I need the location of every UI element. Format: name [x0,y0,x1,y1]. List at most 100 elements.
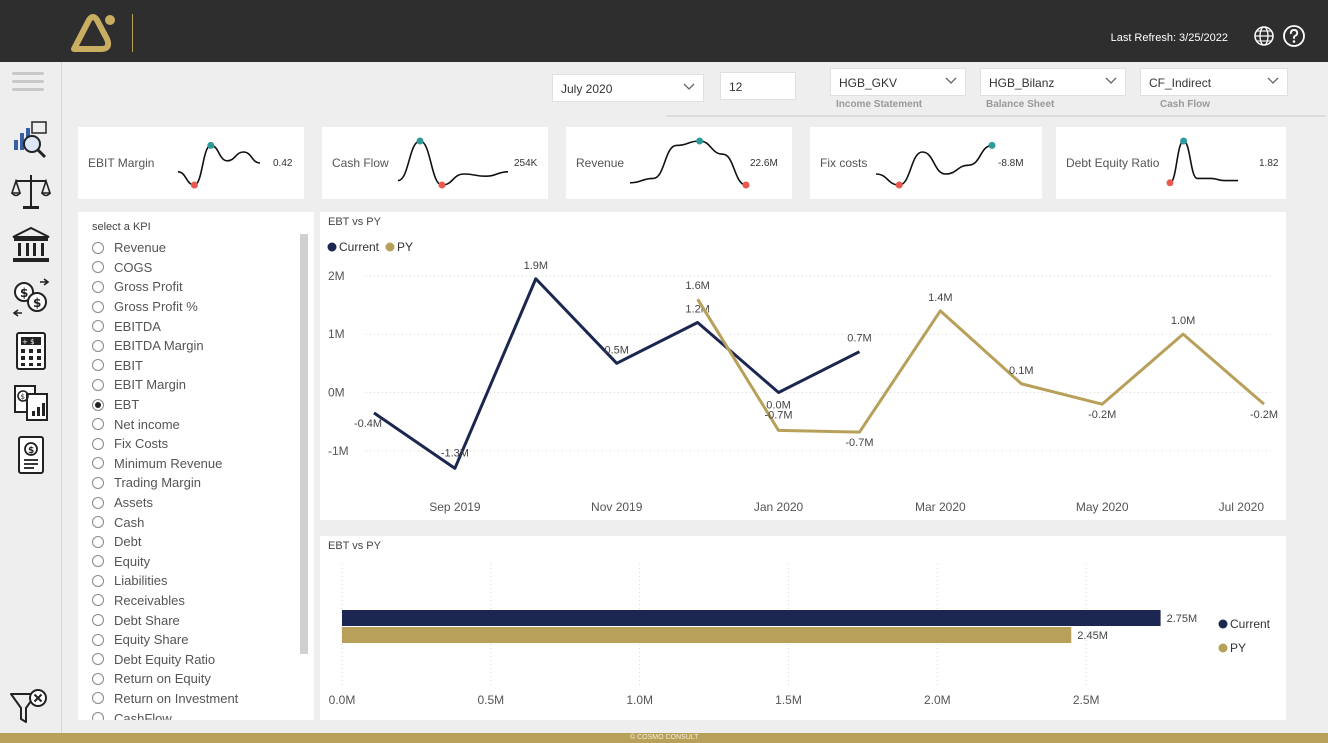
kpi-option[interactable]: Equity [92,552,238,572]
months-count-input[interactable]: 12 [720,72,796,100]
radio-button[interactable] [92,653,104,666]
radio-button[interactable] [92,535,104,548]
radio-button[interactable] [92,457,104,470]
kpi-option[interactable]: Trading Margin [92,473,238,493]
data-label: 1.0M [1171,315,1195,327]
income-statement-slicer[interactable]: HGB_GKV [830,68,966,96]
kpi-option-label: Gross Profit [114,279,183,295]
radio-button[interactable] [92,555,104,568]
calculator-icon[interactable]: + $ [10,330,52,372]
kpi-option-label: Cash [114,514,145,530]
radio-button[interactable] [92,418,104,431]
kpi-option[interactable]: CashFlow [92,708,238,720]
legend-swatch [385,242,395,252]
chevron-down-icon [1267,77,1279,84]
kpi-card-value: 0.42 [273,158,293,169]
kpi-list: Revenue COGS Gross Profit Gross Profit % EBI… [92,238,238,720]
svg-text:$: $ [28,446,34,456]
kpi-option[interactable]: Assets [92,493,238,513]
data-label: -0.2M [1088,409,1116,421]
cash-flow-slicer[interactable]: CF_Indirect [1140,68,1288,96]
analytics-search-icon[interactable] [10,118,52,160]
legend-swatch [327,242,337,252]
data-label: -0.7M [764,409,792,421]
radio-button[interactable] [92,300,104,313]
kpi-card-revenue[interactable]: Revenue 22.6M [566,127,792,199]
invoice-icon[interactable]: $ [10,434,52,476]
kpi-option[interactable]: Revenue [92,238,238,258]
kpi-option[interactable]: Debt [92,532,238,552]
radio-button[interactable] [92,241,104,254]
kpi-option[interactable]: EBT [92,395,238,415]
help-icon[interactable] [1282,24,1306,48]
sparkline-min-marker [1166,179,1174,187]
radio-button[interactable] [92,280,104,293]
kpi-card-label: EBIT Margin [88,156,155,170]
radio-button[interactable] [92,496,104,509]
kpi-option[interactable]: Liabilities [92,571,238,591]
x-tick-label: 1.0M [626,693,653,707]
kpi-option[interactable]: Minimum Revenue [92,454,238,474]
radio-button[interactable] [92,692,104,705]
kpi-card-fix-costs[interactable]: Fix costs -8.8M [810,127,1042,199]
kpi-sparkline [177,141,261,189]
radio-button[interactable] [92,614,104,627]
kpi-option[interactable]: Net income [92,414,238,434]
kpi-option[interactable]: EBITDA Margin [92,336,238,356]
kpi-option[interactable]: Equity Share [92,630,238,650]
ebt-line-chart: Current PY 2M 1M 0M -1M Sep 2019 Nov 2019 Jan 20… [327,240,1278,514]
kpi-option[interactable]: Cash [92,512,238,532]
currency-exchange-icon[interactable]: $ $ [10,276,52,318]
kpi-option[interactable]: Fix Costs [92,434,238,454]
kpi-card-debt-equity-ratio[interactable]: Debt Equity Ratio 1.82 [1056,127,1286,199]
kpi-card-label: Fix costs [820,156,868,170]
radio-button[interactable] [92,574,104,587]
kpi-option[interactable]: EBIT Margin [92,375,238,395]
kpi-sparkline [397,137,509,189]
kpi-option[interactable]: Return on Equity [92,669,238,689]
radio-button[interactable] [92,320,104,333]
globe-icon[interactable] [1252,24,1276,48]
y-tick-label: 0M [328,386,345,400]
radio-button[interactable] [92,398,104,411]
data-label: 0.1M [1009,365,1033,377]
radio-button[interactable] [92,359,104,372]
kpi-option[interactable]: Receivables [92,591,238,611]
radio-button[interactable] [92,378,104,391]
legend-swatch [1218,643,1228,653]
kpi-option-label: Assets [114,495,154,511]
kpi-card-ebit-margin[interactable]: EBIT Margin 0.42 [78,127,304,199]
balance-scale-icon[interactable] [10,170,52,212]
clear-filter-icon[interactable] [8,686,50,728]
kpi-option[interactable]: Gross Profit [92,277,238,297]
x-tick-label: Sep 2019 [429,500,481,514]
kpi-option-label: EBITDA Margin [114,338,204,354]
months-count-value: 12 [729,80,743,94]
radio-button[interactable] [92,476,104,489]
legend-label: Current [1230,617,1271,631]
kpi-option[interactable]: EBITDA [92,316,238,336]
balance-sheet-caption: Balance Sheet [986,99,1055,110]
radio-button[interactable] [92,261,104,274]
kpi-option[interactable]: Debt Share [92,610,238,630]
bank-icon[interactable] [10,224,52,266]
kpi-option[interactable]: COGS [92,258,238,278]
radio-button[interactable] [92,516,104,529]
month-slicer[interactable]: July 2020 [552,74,704,102]
radio-button[interactable] [92,633,104,646]
kpi-option-label: Revenue [114,240,167,256]
kpi-option[interactable]: Debt Equity Ratio [92,649,238,669]
radio-button[interactable] [92,712,104,720]
kpi-option[interactable]: EBIT [92,356,238,376]
kpi-option[interactable]: Gross Profit % [92,297,238,317]
kpi-list-scrollbar[interactable] [300,234,308,654]
radio-button[interactable] [92,437,104,450]
kpi-option[interactable]: Return on Investment [92,689,238,709]
balance-sheet-slicer[interactable]: HGB_Bilanz [980,68,1126,96]
radio-button[interactable] [92,672,104,685]
hamburger-menu-icon[interactable] [12,72,44,94]
financial-report-icon[interactable]: $ [10,382,52,424]
radio-button[interactable] [92,594,104,607]
kpi-card-cash-flow[interactable]: Cash Flow 254K [322,127,548,199]
radio-button[interactable] [92,339,104,352]
